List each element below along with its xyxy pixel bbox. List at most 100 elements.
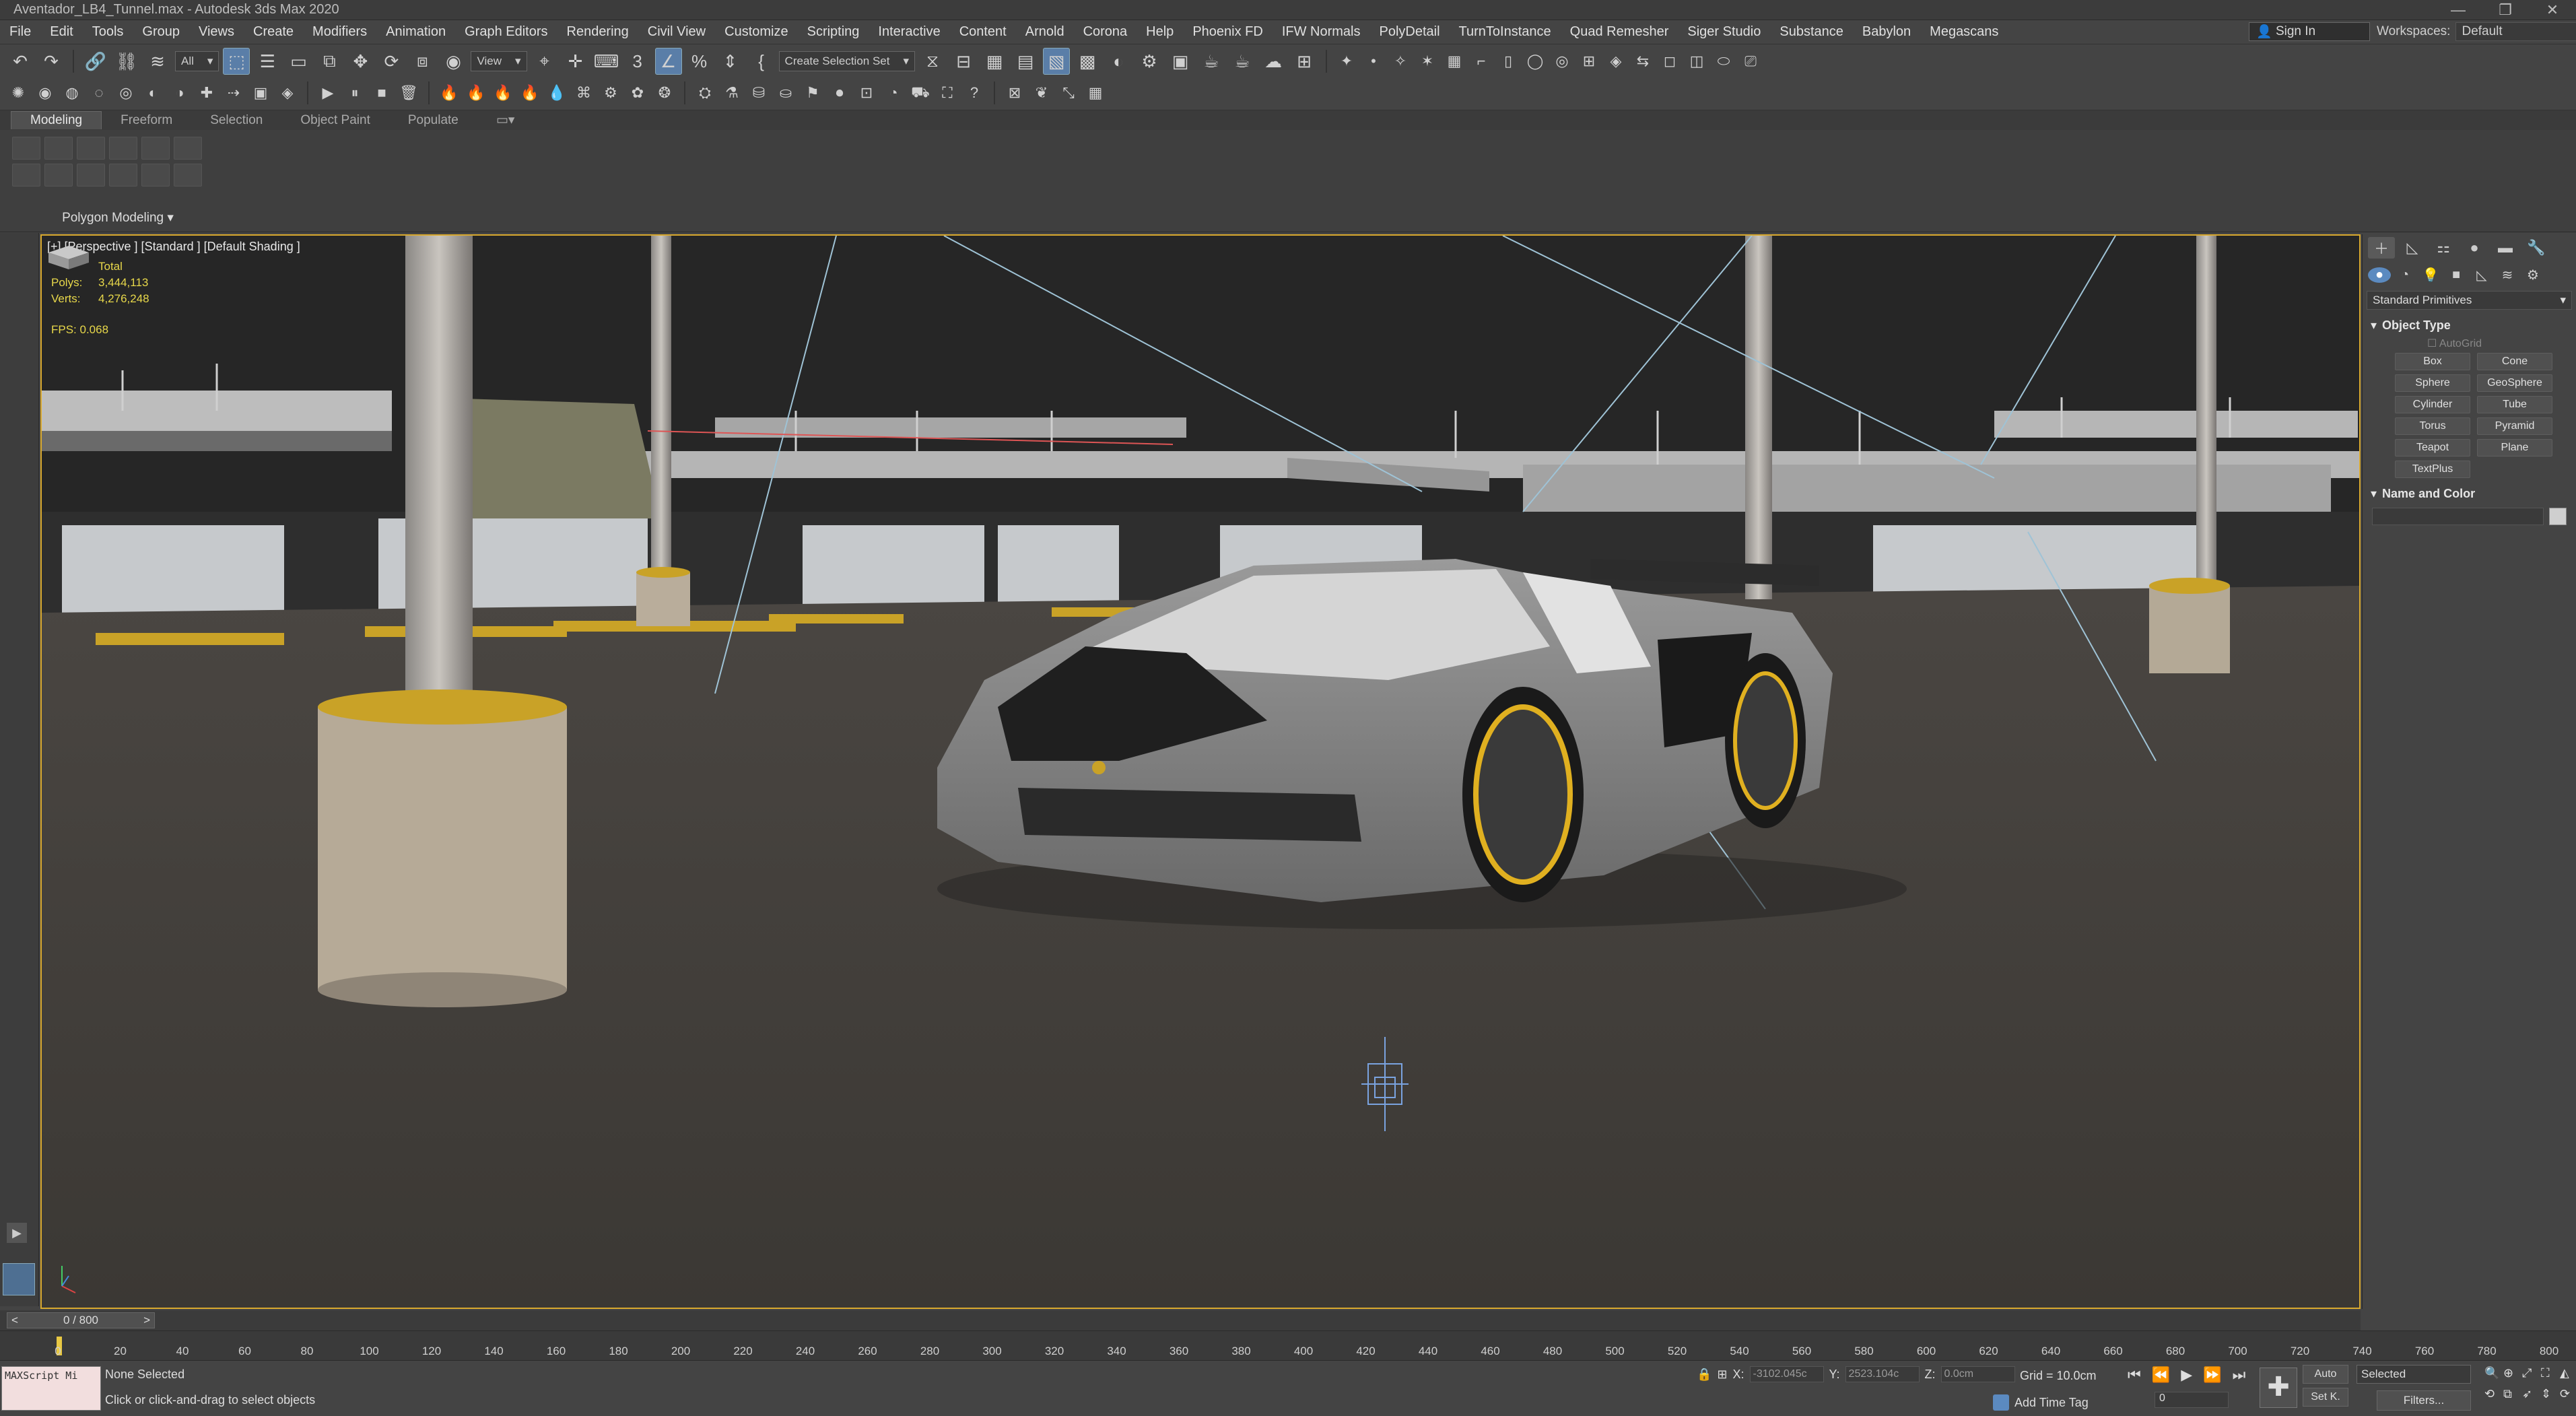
select-manipulate-icon[interactable]: ✛ <box>562 48 589 75</box>
plugin-icon[interactable]: ⚗ <box>720 81 743 104</box>
plugin-icon[interactable]: ✿ <box>626 81 649 104</box>
keyboard-shortcut-icon[interactable]: ⌨ <box>593 48 620 75</box>
plugin-icon[interactable]: ◻ <box>1658 50 1681 73</box>
cameras-icon[interactable]: ■ <box>2445 267 2468 283</box>
orbit-icon[interactable]: ⟲ <box>2484 1387 2499 1401</box>
systems-icon[interactable]: ⚙ <box>2521 267 2544 283</box>
render-cloud-icon[interactable]: ☁ <box>1260 48 1287 75</box>
plugin-icon[interactable]: ⛀ <box>774 81 797 104</box>
ribbon-button[interactable] <box>174 137 202 160</box>
ribbon-button[interactable] <box>109 164 137 187</box>
plugin-icon[interactable]: ⊞ <box>1578 50 1600 73</box>
next-frame-icon[interactable]: ⏩ <box>2203 1366 2221 1384</box>
redo-icon[interactable]: ↷ <box>38 48 65 75</box>
pyramid-button[interactable]: Pyramid <box>2477 417 2552 435</box>
menu-phoenix-fd[interactable]: Phoenix FD <box>1183 24 1273 40</box>
trash-icon[interactable]: 🗑 <box>397 81 420 104</box>
material-editor-icon[interactable]: ◐ <box>1105 48 1132 75</box>
selection-set-dropdown[interactable]: Create Selection Set ▾ <box>778 51 916 71</box>
play-animation-icon[interactable]: ▶ <box>2181 1366 2192 1384</box>
set-key-button[interactable]: Set K. <box>2303 1388 2348 1407</box>
undo-icon[interactable]: ↶ <box>7 48 34 75</box>
object-color-swatch[interactable] <box>2549 508 2567 525</box>
auto-key-button[interactable]: Auto <box>2303 1365 2348 1384</box>
angle-snap-icon[interactable]: ∠ <box>654 48 682 75</box>
time-slider-thumb[interactable]: < 0 / 800 > <box>7 1312 155 1328</box>
plugin-icon[interactable]: ⛶ <box>936 81 959 104</box>
menu-graph-editors[interactable]: Graph Editors <box>455 24 557 40</box>
plugin-icon[interactable]: ◐ <box>141 81 164 104</box>
placement-icon[interactable]: ◉ <box>440 48 467 75</box>
zoom-extents-all-icon[interactable]: ⛶ <box>2541 1366 2556 1380</box>
plugin-icon[interactable]: ❦ <box>1030 81 1053 104</box>
render-production-icon[interactable]: ☕ <box>1198 48 1225 75</box>
pause-icon[interactable]: ⏸ <box>343 81 366 104</box>
lights-icon[interactable]: 💡 <box>2419 267 2442 283</box>
tab-selection[interactable]: Selection <box>191 112 281 129</box>
track-bar[interactable]: 0 20 40 60 80 100 120 140 160 180 200 220 240 260 280 3… <box>0 1330 2576 1360</box>
zoom-icon[interactable]: 🔍 <box>2484 1366 2499 1380</box>
plugin-icon[interactable]: ◯ <box>1524 50 1547 73</box>
fire-icon[interactable]: 🔥 <box>492 81 514 104</box>
plugin-icon[interactable]: ⛟ <box>909 81 932 104</box>
scale-icon[interactable]: ⧈ <box>409 48 436 75</box>
plugin-icon[interactable]: ◈ <box>276 81 299 104</box>
plugin-icon[interactable]: ✧ <box>1389 50 1412 73</box>
maximize-viewport-icon[interactable]: ⧉ <box>2503 1387 2518 1401</box>
select-object-icon[interactable]: ⬚ <box>223 48 250 75</box>
selection-filter-dropdown[interactable]: All ▾ <box>175 51 219 71</box>
plugin-icon[interactable]: ⌘ <box>572 81 595 104</box>
viewport-layout-icon[interactable] <box>3 1263 35 1295</box>
menu-help[interactable]: Help <box>1137 24 1183 40</box>
polygon-modeling-label[interactable]: Polygon Modeling ▾ <box>7 210 229 226</box>
plugin-icon[interactable]: ◫ <box>1685 50 1708 73</box>
cylinder-button[interactable]: Cylinder <box>2395 396 2470 413</box>
torus-button[interactable]: Torus <box>2395 417 2470 435</box>
menu-siger-studio[interactable]: Siger Studio <box>1678 24 1770 40</box>
z-coordinate-field[interactable]: 0.0cm <box>1940 1366 2015 1382</box>
workspaces-dropdown[interactable]: Default <box>2455 22 2576 41</box>
roll-icon[interactable]: ⟳ <box>2560 1387 2575 1401</box>
plugin-icon[interactable]: ⊡ <box>855 81 878 104</box>
dolly-icon[interactable]: ⇕ <box>2541 1387 2556 1401</box>
perspective-viewport[interactable]: [+] [Perspective ] [Standard ] [Default … <box>40 234 2361 1309</box>
go-to-end-icon[interactable]: ⏭ <box>2233 1366 2246 1384</box>
shapes-icon[interactable]: ◔ <box>2394 267 2416 283</box>
plugin-icon[interactable]: ⤡ <box>1057 81 1080 104</box>
utilities-tab-icon[interactable]: 🔧 <box>2523 239 2550 257</box>
object-name-input[interactable] <box>2372 508 2544 525</box>
plugin-icon[interactable]: ⛭ <box>693 81 716 104</box>
box-button[interactable]: Box <box>2395 353 2470 370</box>
percent-snap-icon[interactable]: % <box>686 48 713 75</box>
link-icon[interactable]: 🔗 <box>82 48 109 75</box>
restore-icon[interactable]: ❐ <box>2482 1 2529 19</box>
rendered-frame-icon[interactable]: ▣ <box>1167 48 1194 75</box>
tab-modeling[interactable]: Modeling <box>11 111 102 129</box>
plugin-icon[interactable]: ⊠ <box>1003 81 1026 104</box>
plugin-icon[interactable]: ✶ <box>1416 50 1439 73</box>
menu-modifiers[interactable]: Modifiers <box>303 24 376 40</box>
name-and-color-header[interactable]: ▾ Name and Color <box>2367 483 2572 504</box>
ribbon-button[interactable] <box>77 164 105 187</box>
primitive-category-dropdown[interactable]: Standard Primitives ▾ <box>2367 291 2572 310</box>
ribbon-options-icon[interactable]: ▭▾ <box>477 111 534 129</box>
plugin-icon[interactable]: ▦ <box>1443 50 1466 73</box>
time-slider[interactable]: < 0 / 800 > <box>0 1310 2361 1330</box>
menu-tools[interactable]: Tools <box>83 24 133 40</box>
render-online-icon[interactable]: ⊞ <box>1291 48 1318 75</box>
go-to-start-icon[interactable]: ⏮ <box>2128 1366 2141 1384</box>
menu-customize[interactable]: Customize <box>715 24 797 40</box>
sign-in-dropdown[interactable]: 👤 Sign In <box>2249 22 2370 41</box>
spacewarps-icon[interactable]: ≋ <box>2496 267 2519 283</box>
menu-group[interactable]: Group <box>133 24 189 40</box>
plugin-icon[interactable]: ▣ <box>249 81 272 104</box>
plugin-icon[interactable]: ◎ <box>1551 50 1573 73</box>
plugin-icon[interactable]: ⌐ <box>1470 50 1493 73</box>
menu-arnold[interactable]: Arnold <box>1016 24 1074 40</box>
curve-editor-icon[interactable]: ▧ <box>1043 48 1071 75</box>
plugin-icon[interactable]: ▦ <box>1084 81 1107 104</box>
menu-corona[interactable]: Corona <box>1074 24 1137 40</box>
geometry-icon[interactable]: ● <box>2368 267 2391 283</box>
walk-through-icon[interactable]: ➶ <box>2522 1387 2537 1401</box>
tube-button[interactable]: Tube <box>2477 396 2552 413</box>
